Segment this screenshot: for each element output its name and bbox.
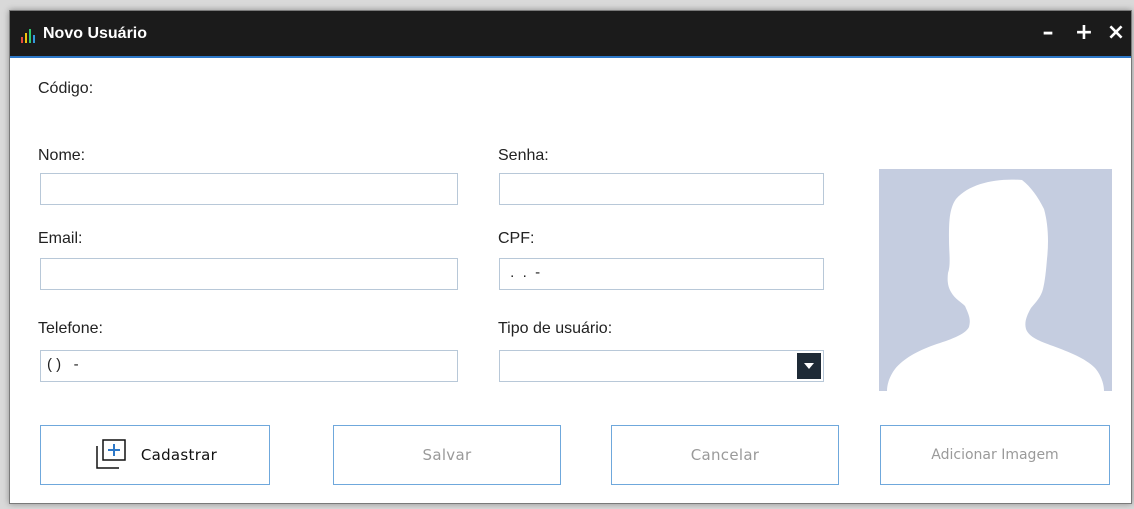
title-bar[interactable]: Novo Usuário – + × <box>10 11 1131 58</box>
adicionar-imagem-label: Adicionar Imagem <box>931 447 1059 463</box>
tipo-usuario-select[interactable] <box>499 350 824 382</box>
nome-field[interactable] <box>40 173 458 205</box>
nome-label: Nome: <box>38 147 86 164</box>
caret-down-icon[interactable] <box>797 353 821 379</box>
cancelar-label: Cancelar <box>690 446 760 464</box>
salvar-button[interactable]: Salvar <box>333 425 561 485</box>
bar-chart-icon <box>21 29 35 43</box>
cpf-label: CPF: <box>498 230 535 247</box>
new-user-window: Novo Usuário – + × Código: Nome: Senha: … <box>9 10 1132 504</box>
cadastrar-label: Cadastrar <box>140 446 218 464</box>
adicionar-imagem-button[interactable]: Adicionar Imagem <box>880 425 1110 485</box>
minimize-button[interactable]: – <box>1038 22 1058 44</box>
window-title: Novo Usuário <box>43 25 148 42</box>
email-label: Email: <box>38 230 83 247</box>
person-silhouette-icon <box>879 169 1112 391</box>
avatar-placeholder <box>879 169 1112 391</box>
codigo-label: Código: <box>38 80 94 97</box>
cpf-field[interactable]: . . - <box>499 258 824 290</box>
senha-label: Senha: <box>498 147 549 164</box>
cancelar-button[interactable]: Cancelar <box>611 425 839 485</box>
telefone-label: Telefone: <box>38 320 103 337</box>
maximize-button[interactable]: + <box>1074 22 1094 44</box>
add-square-icon <box>96 439 126 469</box>
salvar-label: Salvar <box>422 446 472 464</box>
cadastrar-button[interactable]: Cadastrar <box>40 425 270 485</box>
tipo-usuario-label: Tipo de usuário: <box>498 320 613 337</box>
close-button[interactable]: × <box>1106 22 1126 44</box>
telefone-field[interactable]: ( ) - <box>40 350 458 382</box>
senha-field[interactable] <box>499 173 824 205</box>
email-field[interactable] <box>40 258 458 290</box>
